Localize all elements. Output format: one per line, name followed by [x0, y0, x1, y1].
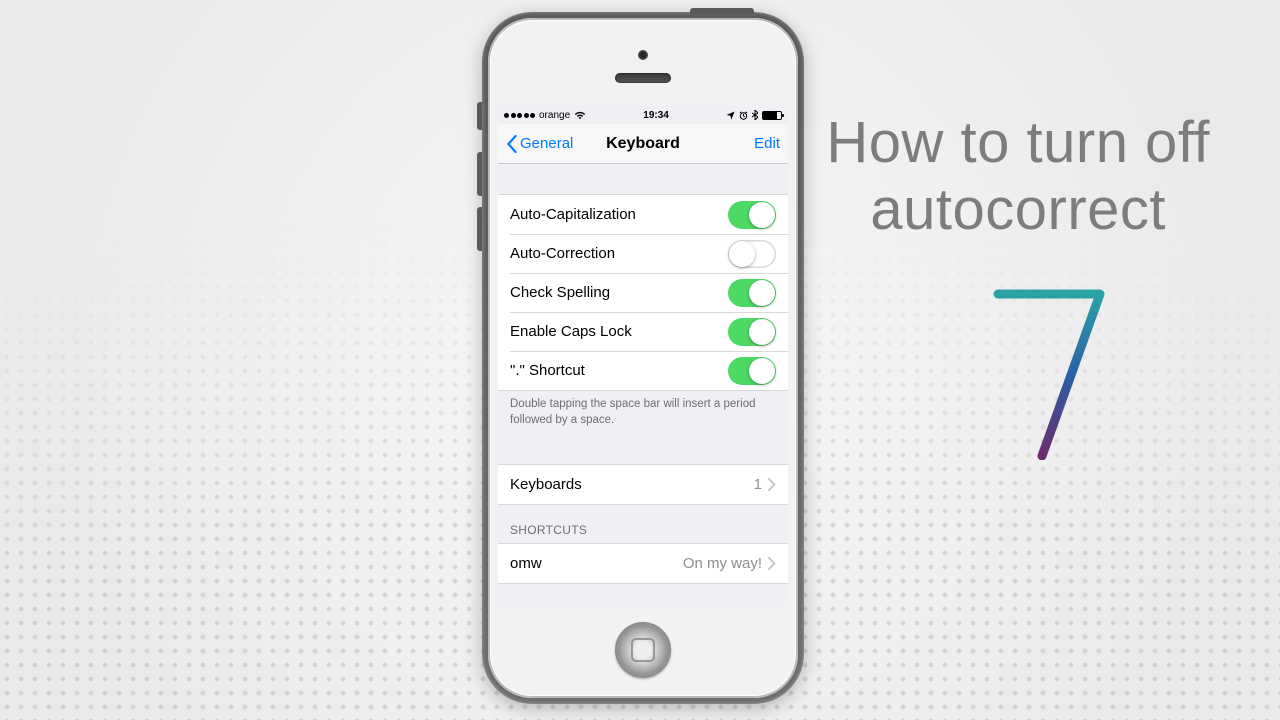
headline-line-2: autocorrect — [826, 177, 1210, 244]
keyboards-count: 1 — [754, 476, 762, 493]
row-auto-capitalization[interactable]: Auto-Capitalization — [498, 195, 788, 234]
toggle-auto-capitalization[interactable] — [728, 201, 776, 229]
setting-label: "." Shortcut — [510, 362, 728, 379]
chevron-right-icon — [768, 478, 776, 491]
row-keyboards[interactable]: Keyboards 1 — [498, 465, 788, 504]
setting-label: Auto-Capitalization — [510, 206, 728, 223]
toggle-period-shortcut[interactable] — [728, 357, 776, 385]
setting-label: Enable Caps Lock — [510, 323, 728, 340]
keyboards-label: Keyboards — [510, 476, 754, 493]
shortcut-key: omw — [510, 555, 683, 572]
row-period-shortcut[interactable]: "." Shortcut — [498, 351, 788, 390]
toggle-auto-correction[interactable] — [728, 240, 776, 268]
row-check-spelling[interactable]: Check Spelling — [498, 273, 788, 312]
shortcuts-header: SHORTCUTS — [498, 505, 788, 543]
edit-button[interactable]: Edit — [754, 135, 780, 152]
headline-line-1: How to turn off — [826, 110, 1210, 177]
back-label: General — [520, 135, 573, 152]
ios7-logo — [980, 280, 1120, 460]
row-enable-caps-lock[interactable]: Enable Caps Lock — [498, 312, 788, 351]
front-camera — [638, 50, 648, 60]
nav-bar: General Keyboard Edit — [498, 124, 788, 164]
cell-signal-icon — [504, 113, 535, 118]
period-shortcut-footer: Double tapping the space bar will insert… — [498, 391, 788, 438]
location-icon — [726, 111, 735, 120]
clock: 19:34 — [643, 110, 669, 121]
earpiece-speaker — [615, 73, 671, 83]
phone-screen: orange 19:34 General Key — [498, 106, 788, 606]
back-button[interactable]: General — [506, 135, 573, 153]
toggle-check-spelling[interactable] — [728, 279, 776, 307]
keyboards-group: Keyboards 1 — [498, 464, 788, 505]
alarm-icon — [739, 111, 748, 120]
bluetooth-icon — [752, 110, 758, 120]
setting-label: Check Spelling — [510, 284, 728, 301]
wifi-icon — [574, 111, 586, 120]
iphone-device-frame: orange 19:34 General Key — [482, 12, 804, 704]
tutorial-title: How to turn off autocorrect — [826, 110, 1210, 243]
carrier-label: orange — [539, 110, 570, 121]
battery-icon — [762, 111, 782, 120]
toggle-enable-caps-lock[interactable] — [728, 318, 776, 346]
row-auto-correction[interactable]: Auto-Correction — [498, 234, 788, 273]
home-button[interactable] — [615, 622, 671, 678]
shortcuts-group: omw On my way! — [498, 543, 788, 584]
keyboard-options-group: Auto-Capitalization Auto-Correction Chec… — [498, 194, 788, 391]
row-shortcut[interactable]: omw On my way! — [498, 544, 788, 583]
status-bar: orange 19:34 — [498, 106, 788, 124]
shortcut-value: On my way! — [683, 555, 762, 572]
setting-label: Auto-Correction — [510, 245, 728, 262]
chevron-right-icon — [768, 557, 776, 570]
